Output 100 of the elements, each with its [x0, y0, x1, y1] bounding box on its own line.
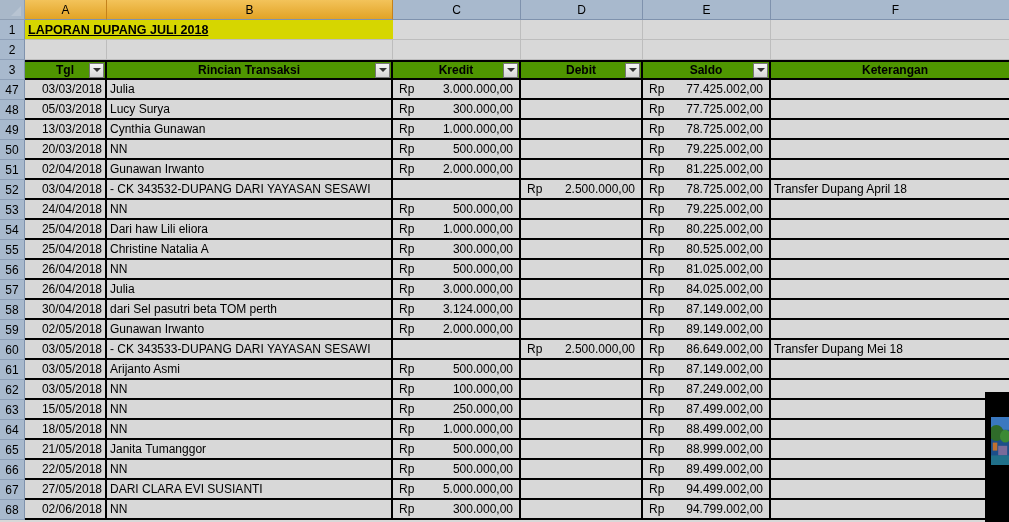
header-label: Rincian Transaksi	[197, 63, 300, 77]
currency-label: Rp	[399, 162, 415, 176]
row-header[interactable]: 67	[0, 480, 25, 500]
currency-label: Rp	[399, 442, 415, 456]
amount-value: 79.225.002,00	[686, 142, 763, 156]
note-cell: Transfer Dupang April 18	[771, 180, 1009, 200]
note-cell: Transfer Dupang Mei 18	[771, 340, 1009, 360]
row-header[interactable]: 2	[0, 40, 25, 60]
amount-value: 300.000,00	[452, 102, 513, 116]
date-cell: 02/06/2018	[25, 500, 107, 520]
currency-label: Rp	[649, 222, 665, 236]
column-header[interactable]: C	[393, 0, 521, 20]
row-header[interactable]: 3	[0, 60, 25, 80]
currency-label: Rp	[649, 322, 665, 336]
row-header[interactable]: 61	[0, 360, 25, 380]
date-cell: 20/03/2018	[25, 140, 107, 160]
row-header[interactable]: 56	[0, 260, 25, 280]
currency-label: Rp	[399, 422, 415, 436]
amount-value: 3.000.000,00	[442, 82, 513, 96]
amount-value: 77.725.002,00	[686, 102, 763, 116]
currency-label: Rp	[649, 82, 665, 96]
amount-value: 81.025.002,00	[686, 262, 763, 276]
currency-label: Rp	[399, 482, 415, 496]
row-header[interactable]: 63	[0, 400, 25, 420]
currency-label: Rp	[399, 262, 415, 276]
amount-value: 94.499.002,00	[686, 482, 763, 496]
row-header[interactable]: 66	[0, 460, 25, 480]
description-cell: dari Sel pasutri beta TOM perth	[107, 300, 393, 320]
amount-value: 3.000.000,00	[442, 282, 513, 296]
amount-value: 500.000,00	[452, 442, 513, 456]
currency-label: Rp	[399, 242, 415, 256]
row-header[interactable]: 57	[0, 280, 25, 300]
amount-value: 250.000,00	[452, 402, 513, 416]
currency-label: Rp	[527, 182, 543, 196]
amount-value: 87.249.002,00	[686, 382, 763, 396]
currency-label: Rp	[399, 282, 415, 296]
caret-icon	[756, 68, 765, 73]
row-header[interactable]: 68	[0, 500, 25, 520]
currency-label: Rp	[649, 142, 665, 156]
date-cell: 02/05/2018	[25, 320, 107, 340]
column-header[interactable]: F	[771, 0, 1009, 20]
amount-value: 300.000,00	[452, 242, 513, 256]
filter-dropdown-button[interactable]	[625, 63, 640, 78]
currency-label: Rp	[399, 102, 415, 116]
currency-label: Rp	[649, 502, 665, 516]
currency-label: Rp	[649, 442, 665, 456]
row-header[interactable]: 64	[0, 420, 25, 440]
date-cell: 15/05/2018	[25, 400, 107, 420]
row-header[interactable]: 53	[0, 200, 25, 220]
row-header[interactable]: 48	[0, 100, 25, 120]
amount-value: 500.000,00	[452, 362, 513, 376]
currency-label: Rp	[649, 182, 665, 196]
row-header[interactable]: 50	[0, 140, 25, 160]
row-header[interactable]: 47	[0, 80, 25, 100]
filter-dropdown-button[interactable]	[503, 63, 518, 78]
row-header[interactable]: 1	[0, 20, 25, 40]
row-header[interactable]: 60	[0, 340, 25, 360]
header-label: Keterangan	[862, 63, 928, 77]
date-cell: 03/05/2018	[25, 360, 107, 380]
date-cell: 03/03/2018	[25, 80, 107, 100]
amount-value: 77.425.002,00	[686, 82, 763, 96]
amount-value: 88.499.002,00	[686, 422, 763, 436]
row-header[interactable]: 55	[0, 240, 25, 260]
description-cell: NN	[107, 500, 393, 520]
row-header[interactable]: 62	[0, 380, 25, 400]
amount-value: 84.025.002,00	[686, 282, 763, 296]
currency-label: Rp	[649, 122, 665, 136]
column-header[interactable]: B	[107, 0, 393, 20]
amount-value: 1.000.000,00	[442, 422, 513, 436]
description-cell: Gunawan Irwanto	[107, 320, 393, 340]
row-header[interactable]: 51	[0, 160, 25, 180]
row-header[interactable]: 58	[0, 300, 25, 320]
row-header[interactable]: 54	[0, 220, 25, 240]
column-header[interactable]: D	[521, 0, 643, 20]
amount-value: 100.000,00	[452, 382, 513, 396]
description-cell: NN	[107, 420, 393, 440]
amount-value: 3.124.000,00	[442, 302, 513, 316]
row-header[interactable]: 65	[0, 440, 25, 460]
row-header[interactable]: 49	[0, 120, 25, 140]
header-label: Saldo	[689, 63, 723, 77]
description-cell: Christine Natalia A	[107, 240, 393, 260]
column-header[interactable]: E	[643, 0, 771, 20]
currency-label: Rp	[649, 262, 665, 276]
amount-value: 500.000,00	[452, 142, 513, 156]
description-cell: - CK 343532-DUPANG DARI YAYASAN SESAWI	[107, 180, 393, 200]
currency-label: Rp	[399, 82, 415, 96]
row-header[interactable]: 59	[0, 320, 25, 340]
amount-value: 300.000,00	[452, 502, 513, 516]
filter-dropdown-button[interactable]	[375, 63, 390, 78]
description-cell: Arijanto Asmi	[107, 360, 393, 380]
date-cell: 26/04/2018	[25, 260, 107, 280]
filter-dropdown-button[interactable]	[89, 63, 104, 78]
amount-value: 2.500.000,00	[564, 182, 635, 196]
description-cell: Lucy Surya	[107, 100, 393, 120]
currency-label: Rp	[399, 362, 415, 376]
column-header[interactable]: A	[25, 0, 107, 20]
filter-dropdown-button[interactable]	[753, 63, 768, 78]
row-header[interactable]: 52	[0, 180, 25, 200]
date-cell: 24/04/2018	[25, 200, 107, 220]
amount-value: 89.499.002,00	[686, 462, 763, 476]
